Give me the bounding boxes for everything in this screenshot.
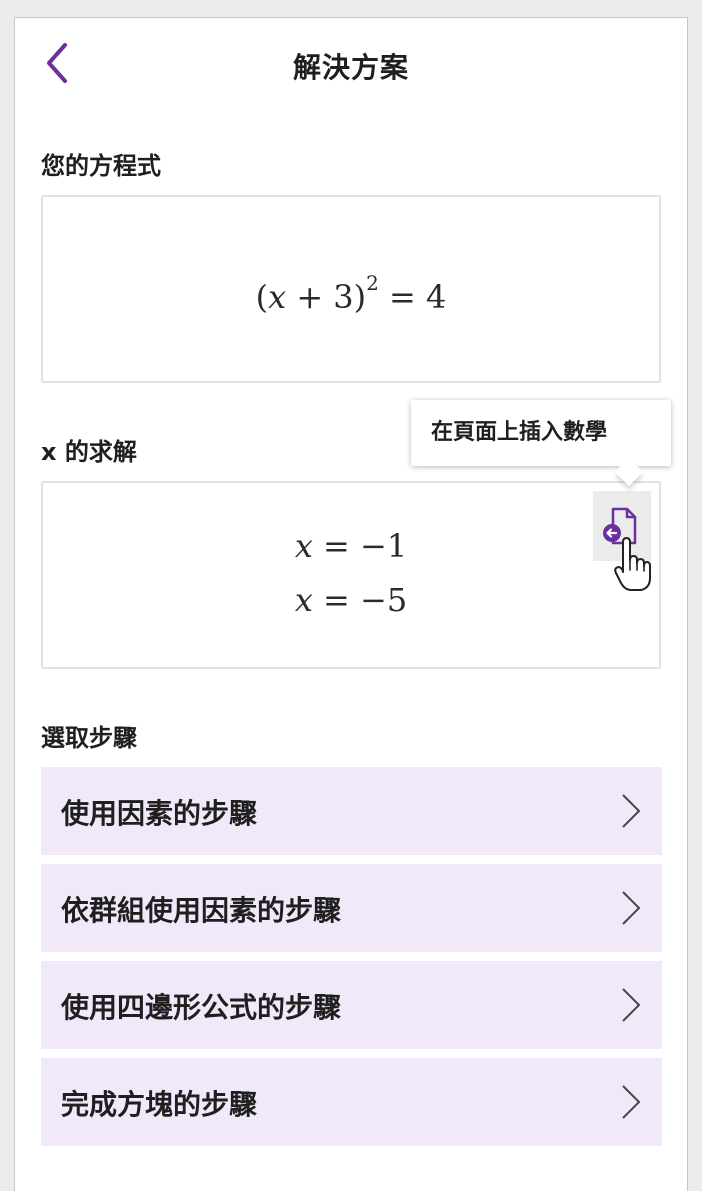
step-item-completing-square[interactable]: 完成方塊的步驟 (41, 1058, 662, 1146)
equation-text: (x + 3)2 = 4 (43, 271, 659, 316)
equation-box: (x + 3)2 = 4 (41, 195, 661, 383)
step-item-factoring-grouping[interactable]: 依群組使用因素的步驟 (41, 864, 662, 952)
chevron-right-icon (622, 794, 640, 828)
equation-section-label: 您的方程式 (41, 152, 161, 180)
chevron-right-icon (622, 988, 640, 1022)
step-item-factoring[interactable]: 使用因素的步驟 (41, 767, 662, 855)
equation-rhs: = 4 (378, 278, 447, 316)
step-item-label: 使用因素的步驟 (61, 797, 258, 830)
equation-variable: x (268, 278, 287, 316)
solution-variable: x (294, 527, 313, 565)
step-item-label: 依群組使用因素的步驟 (61, 894, 342, 927)
solution-box: x = −1 x = −5 (41, 481, 661, 669)
solution-variable: x (294, 581, 313, 619)
solution-section-label: x 的求解 (41, 438, 137, 466)
solution-value: = −5 (312, 581, 408, 619)
step-item-quadratic-formula[interactable]: 使用四邊形公式的步驟 (41, 961, 662, 1049)
steps-section-label: 選取步驟 (41, 724, 137, 752)
step-item-label: 完成方塊的步驟 (61, 1088, 258, 1121)
page-title: 解決方案 (292, 51, 409, 84)
solution-line: x = −1 (43, 527, 659, 565)
hand-cursor-icon (614, 537, 651, 591)
equation-open-paren: ( (255, 278, 269, 316)
chevron-right-icon (622, 1085, 640, 1119)
solution-line: x = −5 (43, 581, 659, 619)
chevron-right-icon (622, 891, 640, 925)
equation-exponent: 2 (366, 271, 379, 295)
equation-plus-term: + 3) (286, 278, 367, 316)
solution-value: = −1 (312, 527, 408, 565)
step-item-label: 使用四邊形公式的步驟 (61, 991, 342, 1024)
tooltip-text: 在頁面上插入數學 (431, 420, 608, 445)
solution-pane: 解決方案 您的方程式 (x + 3)2 = 4 x 的求解 x = −1 x =… (14, 17, 688, 1191)
insert-math-tooltip: 在頁面上插入數學 (411, 400, 671, 487)
